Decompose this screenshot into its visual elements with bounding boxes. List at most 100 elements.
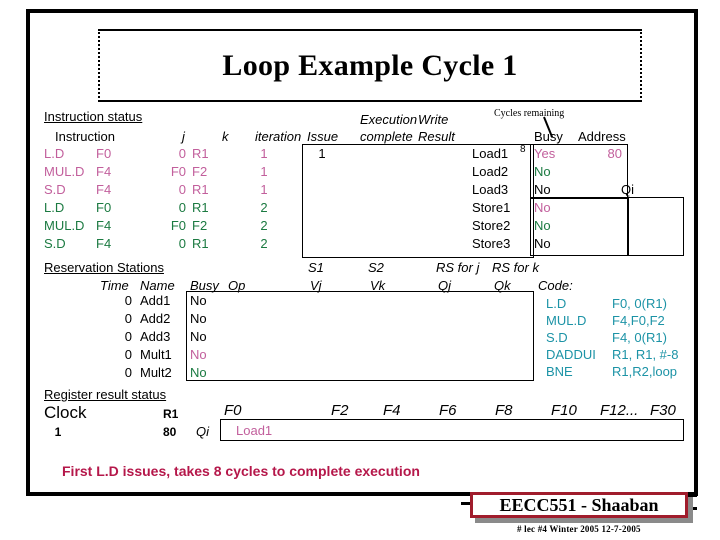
rs-name: Add1 [140,293,171,308]
page-title: Loop Example Cycle 1 [222,48,518,82]
loadstore-busy-value: Yes [534,146,556,161]
instruction-k: R1 [192,182,209,197]
rs-name: Mult2 [140,365,172,380]
instruction-iteration: 2 [260,200,268,215]
code-line-operands: F0, 0(R1) [612,296,667,311]
loadstore-cycles-remaining: 8 [520,144,526,155]
rs-name: Add2 [140,311,171,326]
header-name: Name [140,278,175,293]
header-address-ls: Address [578,129,626,144]
qi-label-regstatus: Qi [196,424,209,439]
header-s1: S1 [308,260,324,275]
instruction-k: F2 [192,164,208,179]
instruction-dest: F0 [96,146,112,161]
instruction-j: 0 [178,146,186,161]
instruction-name: L.D [44,146,65,161]
instruction-dest: F4 [96,218,112,233]
instruction-k: R1 [192,146,209,161]
instruction-issue: 1 [318,146,326,161]
rs-busy-value: No [190,329,207,344]
header-iteration: iteration [255,129,302,144]
header-execution: Execution [360,112,418,127]
instruction-iteration: 1 [260,164,268,179]
rs-busy-value: No [190,365,207,380]
header-result: Result [418,129,455,144]
clock-label: Clock [44,403,87,422]
instruction-name: S.D [44,236,66,251]
code-line-op: MUL.D [546,313,587,328]
course-badge: EECC551 - Shaaban [470,492,688,518]
cycles-remaining-annotation: Cycles remaining [494,108,565,119]
loadstore-address-value: 80 [607,146,622,161]
instruction-name: MUL.D [44,218,85,233]
rs-busy-value: No [190,311,207,326]
instruction-k: R1 [192,200,209,215]
loadstore-busy-value: No [534,236,551,251]
instruction-name: S.D [44,182,66,197]
register-header-f4: F4 [383,402,401,419]
register-result-status-label: Register result status [44,387,167,402]
register-header-f8: F8 [495,402,513,419]
loadstore-divider [530,197,628,199]
register-header-f10: F10 [551,402,577,419]
instruction-dest: F4 [96,182,112,197]
course-badge-label: EECC551 - Shaaban [499,494,659,515]
header-complete: complete [360,129,413,144]
header-rs-for-j: RS for j [436,260,480,275]
instruction-iteration: 1 [260,146,268,161]
loadstore-unit-name: Store3 [472,236,511,251]
r1-label: R1 [163,407,179,421]
header-issue: Issue [307,129,339,144]
instruction-iteration: 2 [260,236,268,251]
loadstore-unit-name: Load3 [472,182,509,197]
instruction-dest: F0 [96,200,112,215]
r1-value: 80 [163,425,177,439]
instruction-iteration: 1 [260,182,268,197]
header-write: Write [418,112,449,127]
header-instruction: Instruction [55,129,115,144]
slide-canvas: Loop Example Cycle 1 Instruction status … [0,0,720,540]
loadstore-unit-name: Load1 [472,146,509,161]
header-j: j [182,129,185,144]
code-label: Code: [538,278,573,293]
instruction-k: F2 [192,218,208,233]
loadstore-unit-name: Load2 [472,164,509,179]
register-header-f30: F30 [650,402,676,419]
register-header-f12: F12... [600,402,639,419]
loadstore-qi-box [628,197,684,256]
code-line-op: L.D [546,296,567,311]
code-line-operands: F4,F0,F2 [612,313,665,328]
instruction-name: MUL.D [44,164,85,179]
loadstore-unit-name: Store1 [472,200,511,215]
instruction-status-label: Instruction status [44,109,143,124]
loadstore-busy-value: No [534,164,551,179]
rs-busy-value: No [190,347,207,362]
code-line-op: BNE [546,364,573,379]
instruction-dest: F4 [96,164,112,179]
register-header-f6: F6 [439,402,457,419]
header-rs-for-k: RS for k [492,260,539,275]
loadstore-unit-name: Store2 [472,218,511,233]
rs-time: 0 [124,293,132,308]
header-time: Time [100,278,129,293]
rs-name: Add3 [140,329,171,344]
loadstore-busy-value: No [534,182,551,197]
instruction-dest: F4 [96,236,112,251]
register-header-f0: F0 [224,402,242,419]
instruction-j: 0 [178,200,186,215]
header-k: k [222,129,229,144]
code-line-operands: F4, 0(R1) [612,330,667,345]
loadstore-busy-value: No [534,218,551,233]
rs-time: 0 [124,347,132,362]
rs-time: 0 [124,329,132,344]
instruction-j: F0 [170,218,186,233]
rs-busy-value: No [190,293,207,308]
rs-time: 0 [124,311,132,326]
instruction-j: 0 [178,236,186,251]
reservation-stations-label: Reservation Stations [44,260,164,275]
register-value-f0: Load1 [236,423,273,438]
loadstore-busy-value: No [534,200,551,215]
title-box: Loop Example Cycle 1 [98,29,642,102]
code-line-operands: R1,R2,loop [612,364,678,379]
code-line-op: DADDUI [546,347,596,362]
